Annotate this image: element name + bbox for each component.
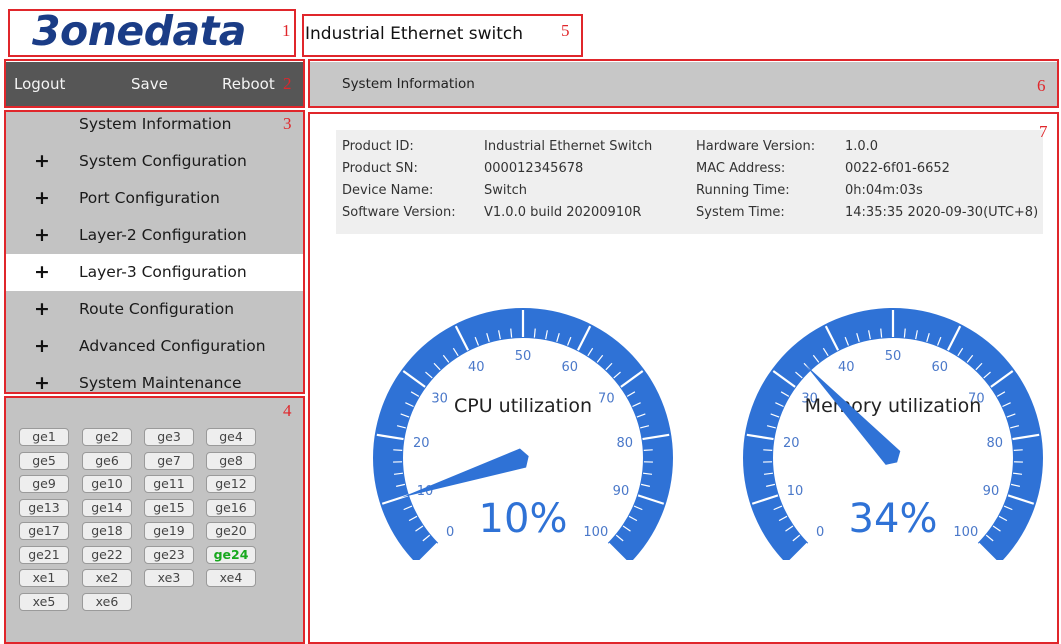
annotation-box-breadcrumb <box>308 59 1059 108</box>
callout-2: 2 <box>283 74 292 93</box>
callout-6: 6 <box>1037 76 1046 95</box>
callout-4: 4 <box>283 401 292 420</box>
annotation-box-content <box>308 112 1059 644</box>
annotation-box-menu <box>4 110 305 394</box>
annotation-box-logo <box>8 9 296 57</box>
page-root: 3onedata Industrial Ethernet switch Logo… <box>0 0 1061 644</box>
callout-3: 3 <box>283 114 292 133</box>
annotation-box-topbar <box>4 59 305 108</box>
callout-5: 5 <box>561 21 570 40</box>
annotation-box-title <box>302 14 583 57</box>
annotation-box-ports <box>4 396 305 644</box>
callout-1: 1 <box>282 21 291 40</box>
callout-7: 7 <box>1039 122 1048 141</box>
